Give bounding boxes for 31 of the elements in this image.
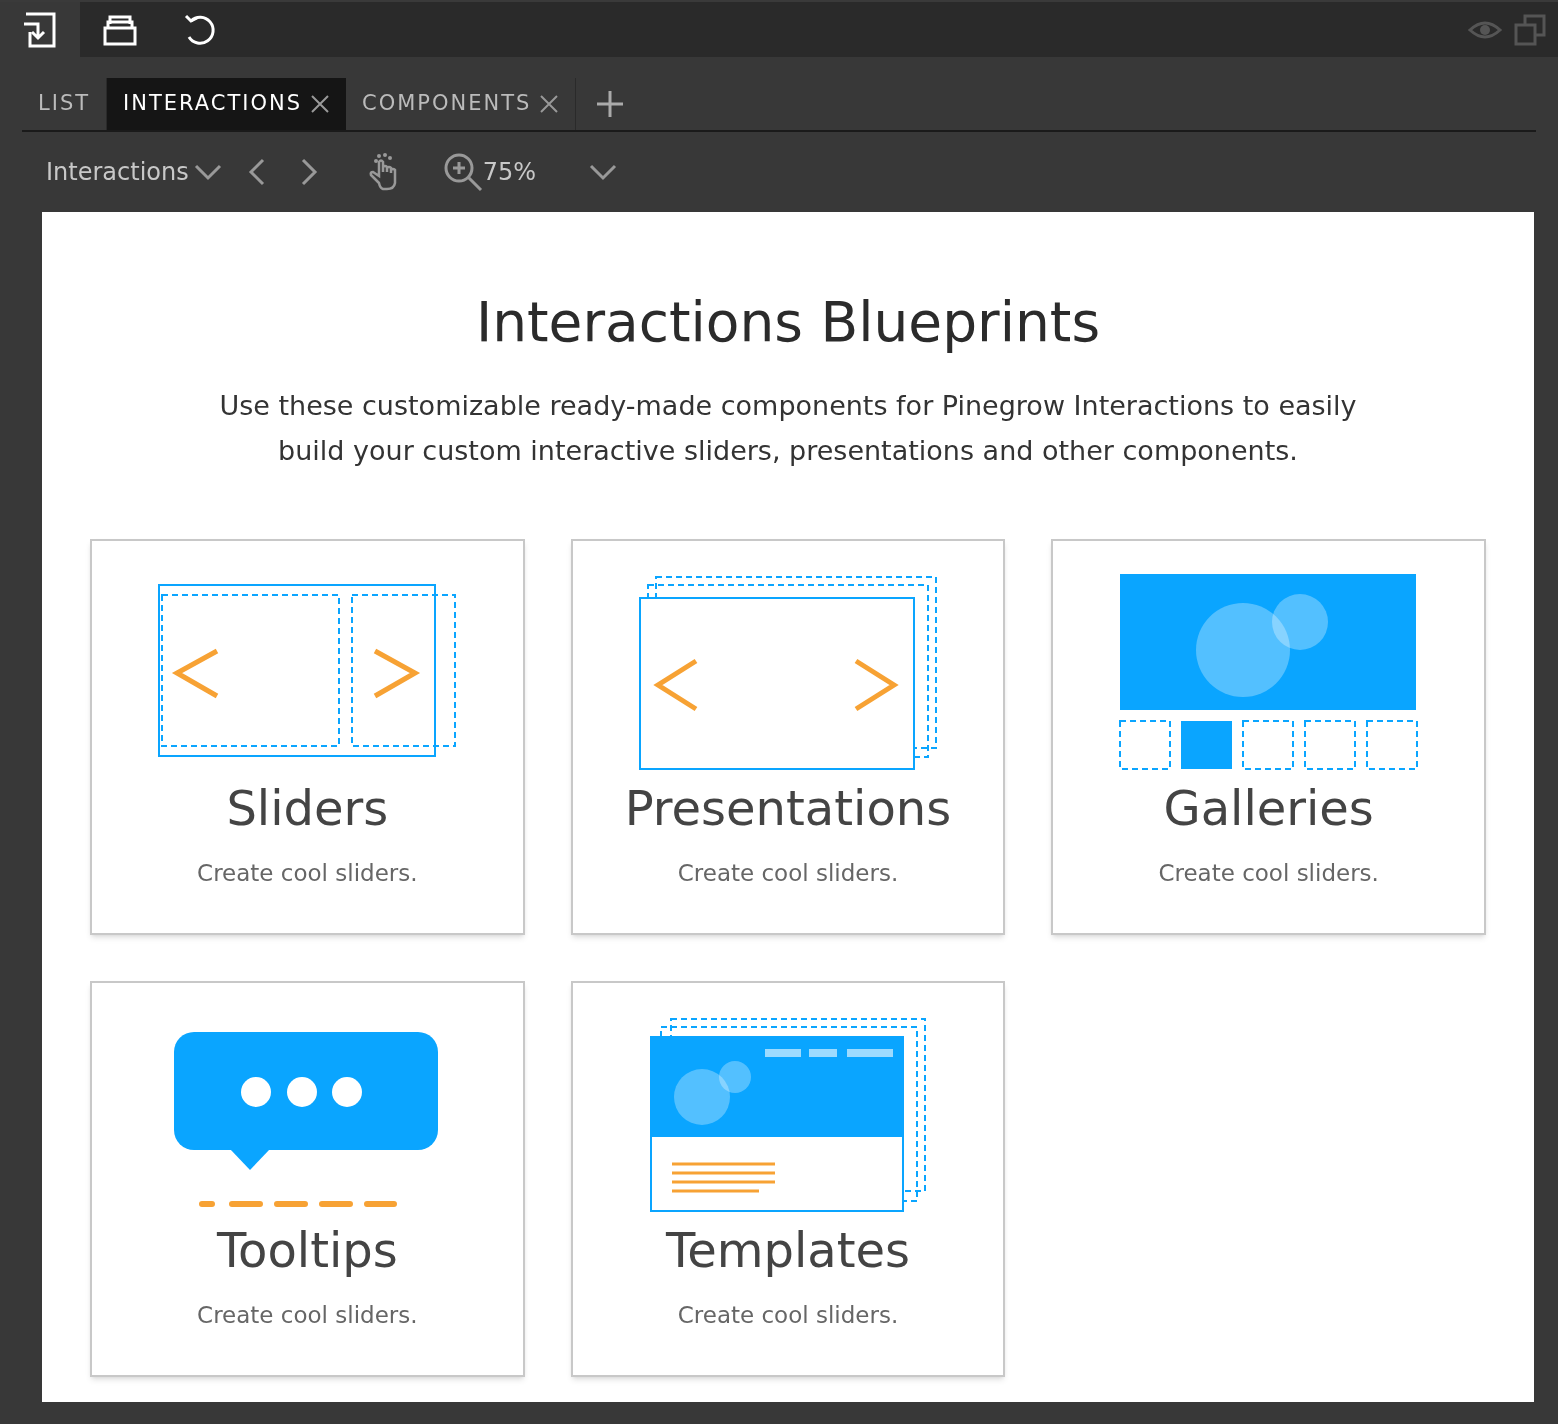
add-tab-icon[interactable] <box>596 90 625 118</box>
card-description: Create cool sliders. <box>197 859 418 889</box>
intro-paragraph: Use these customizable ready-made components for Pinegrow Interactions to easily build your custom interactive sliders, presentations and other components. <box>218 388 1358 468</box>
zoom-level: 75% <box>482 157 537 188</box>
card-description: Create cool sliders. <box>677 859 899 889</box>
chevron-down-icon[interactable] <box>588 162 619 182</box>
card-title: Presentations <box>624 784 952 833</box>
card-title: Galleries <box>1163 784 1374 833</box>
import-icon[interactable] <box>22 11 58 48</box>
blueprint-card[interactable]: Tooltips Create cool sliders. <box>90 980 525 1377</box>
close-icon[interactable] <box>539 94 560 114</box>
card-description: Create cool sliders. <box>677 1301 899 1331</box>
blueprint-card[interactable]: Sliders Create cool sliders. <box>90 538 525 935</box>
card-description: Create cool sliders. <box>197 1301 418 1331</box>
folder-icon[interactable] <box>103 13 137 46</box>
close-icon[interactable] <box>310 94 331 114</box>
tab[interactable]: INTERACTIONS <box>107 78 347 130</box>
card-title: Sliders <box>226 784 389 833</box>
chevron-down-icon[interactable] <box>192 162 223 182</box>
undo-icon[interactable] <box>183 12 217 47</box>
zoom-in-icon[interactable] <box>442 152 483 192</box>
card-title: Tooltips <box>216 1226 398 1275</box>
page-title: Interactions Blueprints <box>475 289 1101 356</box>
blueprint-card[interactable]: Presentations Create cool sliders. <box>570 538 1006 935</box>
blueprint-card[interactable]: Galleries Create cool sliders. <box>1051 538 1486 935</box>
back-icon[interactable] <box>246 157 267 187</box>
card-title: Templates <box>665 1226 910 1275</box>
blueprint-card[interactable]: Templates Create cool sliders. <box>570 980 1006 1377</box>
card-description: Create cool sliders. <box>1158 859 1379 889</box>
view-dropdown[interactable]: Interactions <box>46 154 189 190</box>
tab[interactable]: COMPONENTS <box>346 78 577 130</box>
